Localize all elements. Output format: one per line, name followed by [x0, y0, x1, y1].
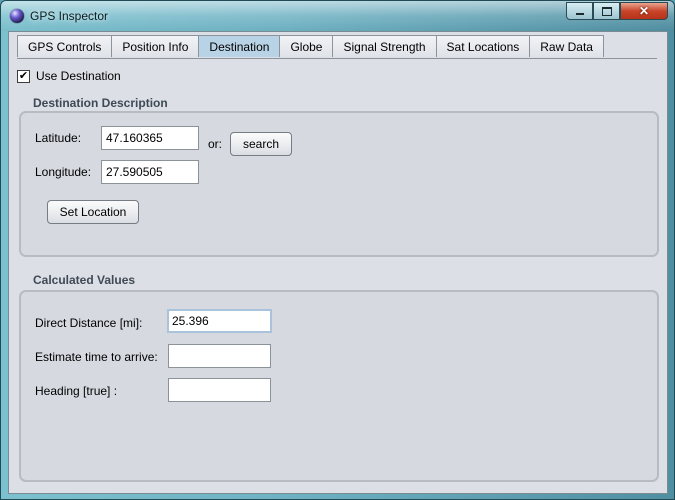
- use-destination-row[interactable]: ✔ Use Destination: [17, 69, 121, 83]
- tab-sat-locations[interactable]: Sat Locations: [436, 35, 531, 57]
- window-title: GPS Inspector: [30, 9, 109, 23]
- tab-bar: GPS Controls Position Info Destination G…: [17, 35, 604, 58]
- tab-signal-strength[interactable]: Signal Strength: [333, 35, 437, 57]
- tab-gps-controls[interactable]: GPS Controls: [17, 35, 113, 57]
- client-area: GPS Controls Position Info Destination G…: [8, 31, 668, 494]
- use-destination-checkbox[interactable]: ✔: [17, 69, 30, 83]
- maximize-icon: [601, 6, 612, 16]
- latitude-label: Latitude:: [35, 131, 82, 145]
- tab-position-info[interactable]: Position Info: [112, 35, 200, 57]
- title-bar[interactable]: GPS Inspector ✕: [1, 1, 674, 31]
- destination-section-title: Destination Description: [33, 96, 168, 110]
- minimize-icon: [575, 13, 584, 15]
- tab-destination[interactable]: Destination: [199, 35, 281, 57]
- close-button[interactable]: ✕: [620, 2, 668, 20]
- checkmark-icon: ✔: [18, 69, 29, 82]
- calculated-section-title: Calculated Values: [33, 273, 136, 287]
- longitude-input[interactable]: 27.590505: [101, 160, 199, 184]
- eta-label: Estimate time to arrive:: [35, 350, 158, 364]
- app-window: GPS Inspector ✕ GPS Controls Position In…: [0, 0, 675, 500]
- direct-distance-field[interactable]: 25.396: [167, 309, 272, 333]
- app-globe-icon: [10, 9, 24, 23]
- eta-field[interactable]: [168, 344, 271, 368]
- minimize-button[interactable]: [566, 2, 593, 20]
- latitude-input[interactable]: 47.160365: [101, 126, 199, 150]
- heading-field[interactable]: [168, 378, 271, 402]
- use-destination-label: Use Destination: [36, 69, 121, 83]
- close-icon: ✕: [638, 4, 650, 18]
- or-label: or:: [208, 137, 223, 151]
- tab-divider: [17, 58, 657, 59]
- tab-raw-data[interactable]: Raw Data: [530, 35, 604, 57]
- set-location-button[interactable]: Set Location: [47, 200, 139, 224]
- maximize-button[interactable]: [593, 2, 620, 20]
- direct-distance-label: Direct Distance [mi]:: [35, 316, 143, 330]
- heading-label: Heading [true] :: [35, 384, 118, 398]
- tab-globe[interactable]: Globe: [280, 35, 334, 57]
- search-button[interactable]: search: [230, 132, 292, 156]
- longitude-label: Longitude:: [35, 165, 92, 179]
